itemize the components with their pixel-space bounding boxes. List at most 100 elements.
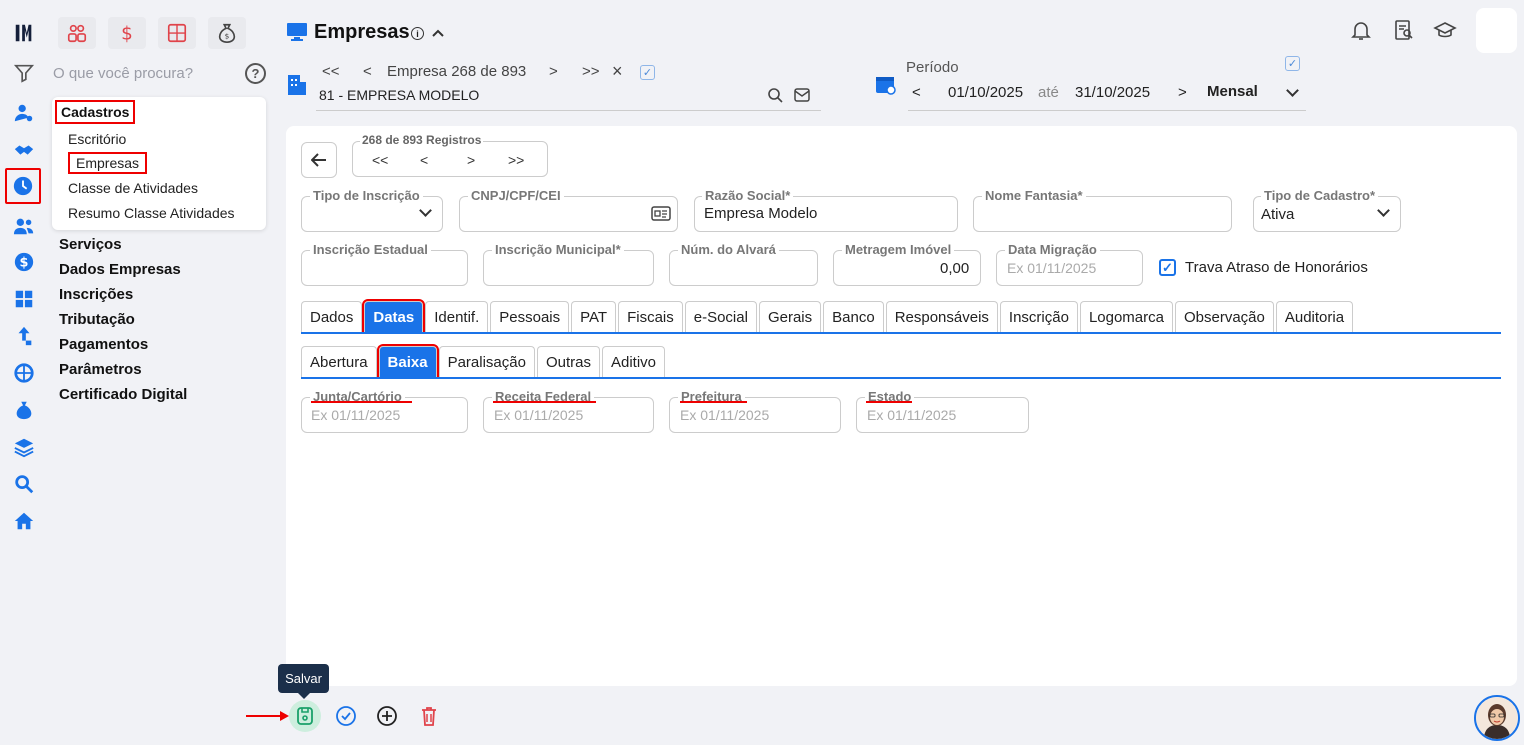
company-checkbox[interactable]: ✓ xyxy=(640,65,655,80)
company-first-button[interactable]: << xyxy=(322,63,340,80)
menu-inscricoes[interactable]: Inscrições xyxy=(59,286,133,303)
clock-icon[interactable] xyxy=(5,168,41,204)
help-icon[interactable]: ? xyxy=(245,63,266,84)
period-end-input[interactable]: 31/10/2025 xyxy=(1075,84,1150,101)
menu-servicos[interactable]: Serviços xyxy=(59,236,122,253)
records-first-button[interactable]: << xyxy=(372,152,388,168)
tab-dados[interactable]: Dados xyxy=(301,301,363,332)
avatar[interactable] xyxy=(1474,695,1520,741)
sub-tabbar: Abertura Baixa Paralisação Outras Aditiv… xyxy=(301,344,667,379)
tab-banco[interactable]: Banco xyxy=(823,301,884,332)
period-next-button[interactable]: > xyxy=(1178,84,1187,101)
filter-icon[interactable] xyxy=(11,60,37,86)
period-prev-button[interactable]: < xyxy=(912,84,921,101)
handshake-icon[interactable] xyxy=(11,138,37,164)
records-last-button[interactable]: >> xyxy=(508,152,524,168)
chevron-up-icon[interactable] xyxy=(431,25,445,41)
dollar-shortcut-icon[interactable]: $ xyxy=(108,17,146,49)
tab-fiscais[interactable]: Fiscais xyxy=(618,301,683,332)
save-button[interactable] xyxy=(289,700,321,732)
menu-item-empresas[interactable]: Empresas xyxy=(68,152,148,174)
tab-auditoria[interactable]: Auditoria xyxy=(1275,301,1354,332)
dollar-icon[interactable]: $ xyxy=(11,249,37,275)
money-bag-shortcut-icon[interactable]: $ xyxy=(208,17,246,49)
tab-pessoais[interactable]: Pessoais xyxy=(490,301,570,332)
cnpj-label: CNPJ/CPF/CEI xyxy=(468,188,564,203)
tab-esocial[interactable]: e-Social xyxy=(684,301,757,332)
razao-social-label: Razão Social* xyxy=(702,188,794,203)
inscricao-estadual-label: Inscrição Estadual xyxy=(310,242,431,257)
calculator-shortcut-icon[interactable] xyxy=(158,17,196,49)
company-search-icon[interactable] xyxy=(767,87,783,108)
graduation-cap-icon[interactable] xyxy=(1433,18,1457,47)
period-mode-select[interactable]: Mensal xyxy=(1207,83,1258,100)
main-tabbar: Dados Datas Identif. Pessoais PAT Fiscai… xyxy=(301,299,1355,334)
menu-parametros[interactable]: Parâmetros xyxy=(59,361,142,378)
add-button[interactable] xyxy=(371,700,403,732)
company-close-button[interactable]: × xyxy=(612,61,623,82)
records-next-button[interactable]: > xyxy=(467,152,475,168)
menu-item-resumo-classe[interactable]: Resumo Classe Atividades xyxy=(68,205,235,221)
period-until-label: até xyxy=(1038,84,1059,101)
tab-gerais[interactable]: Gerais xyxy=(758,301,822,332)
search-input[interactable]: O que você procura? xyxy=(53,65,193,82)
upload-icon[interactable] xyxy=(11,323,37,349)
annotation-underline xyxy=(493,401,596,403)
menu-dados-empresas[interactable]: Dados Empresas xyxy=(59,261,181,278)
subtab-baixa[interactable]: Baixa xyxy=(376,344,439,379)
globe-gear-icon[interactable] xyxy=(11,360,37,386)
home-icon[interactable] xyxy=(11,508,37,534)
layers-icon[interactable] xyxy=(11,434,37,460)
money-bag-icon[interactable] xyxy=(11,397,37,423)
user-menu-box[interactable] xyxy=(1476,8,1517,53)
tab-observacao[interactable]: Observação xyxy=(1174,301,1274,332)
company-prev-button[interactable]: < xyxy=(363,63,372,80)
info-icon[interactable]: i xyxy=(411,27,424,40)
estado-placeholder: Ex 01/11/2025 xyxy=(867,407,957,423)
chevron-down-icon[interactable] xyxy=(1286,84,1299,97)
tab-logomarca[interactable]: Logomarca xyxy=(1079,301,1173,332)
nome-fantasia-label: Nome Fantasia* xyxy=(982,188,1086,203)
tab-inscricao[interactable]: Inscrição xyxy=(999,301,1078,332)
tab-datas[interactable]: Datas xyxy=(362,299,426,334)
check-circle-icon xyxy=(336,706,356,726)
records-prev-button[interactable]: < xyxy=(420,152,428,168)
app-logo-icon[interactable] xyxy=(11,20,37,46)
trava-checkbox[interactable]: ✓ xyxy=(1159,259,1176,276)
num-alvara-label: Núm. do Alvará xyxy=(678,242,779,257)
confirm-button[interactable] xyxy=(330,700,362,732)
back-button[interactable] xyxy=(301,142,337,178)
subtab-aditivo[interactable]: Aditivo xyxy=(601,346,666,377)
company-last-button[interactable]: >> xyxy=(582,63,600,80)
menu-section-cadastros[interactable]: Cadastros xyxy=(55,100,136,124)
menu-item-escritorio[interactable]: Escritório xyxy=(68,131,126,147)
menu-tributacao[interactable]: Tributação xyxy=(59,311,135,328)
delete-button[interactable] xyxy=(413,700,445,732)
menu-pagamentos[interactable]: Pagamentos xyxy=(59,336,148,353)
period-checkbox[interactable]: ✓ xyxy=(1285,56,1300,71)
inscricao-municipal-label: Inscrição Municipal* xyxy=(492,242,624,257)
bell-icon[interactable] xyxy=(1349,18,1373,47)
people-shortcut-icon[interactable] xyxy=(58,17,96,49)
subtab-outras[interactable]: Outras xyxy=(536,346,600,377)
users-icon[interactable] xyxy=(11,213,37,239)
menu-certificado-digital[interactable]: Certificado Digital xyxy=(59,386,187,403)
document-search-icon[interactable] xyxy=(1392,18,1416,47)
user-settings-icon[interactable] xyxy=(11,100,37,126)
period-start-input[interactable]: 01/10/2025 xyxy=(948,84,1023,101)
calculator-icon[interactable] xyxy=(11,286,37,312)
left-icon-rail: $ xyxy=(0,0,48,745)
mail-icon[interactable] xyxy=(794,88,810,107)
calendar-icon xyxy=(875,74,897,101)
company-next-button[interactable]: > xyxy=(549,63,558,80)
tab-pat[interactable]: PAT xyxy=(571,301,617,332)
tab-identif[interactable]: Identif. xyxy=(425,301,489,332)
tab-responsaveis[interactable]: Responsáveis xyxy=(885,301,998,332)
junta-cartorio-placeholder: Ex 01/11/2025 xyxy=(311,407,401,423)
subtab-abertura[interactable]: Abertura xyxy=(301,346,377,377)
id-card-icon[interactable] xyxy=(651,206,671,226)
search-icon[interactable] xyxy=(11,471,37,497)
menu-item-classe-atividades[interactable]: Classe de Atividades xyxy=(68,180,198,196)
subtab-paralisacao[interactable]: Paralisação xyxy=(438,346,535,377)
main-tab-underline xyxy=(301,332,1501,334)
